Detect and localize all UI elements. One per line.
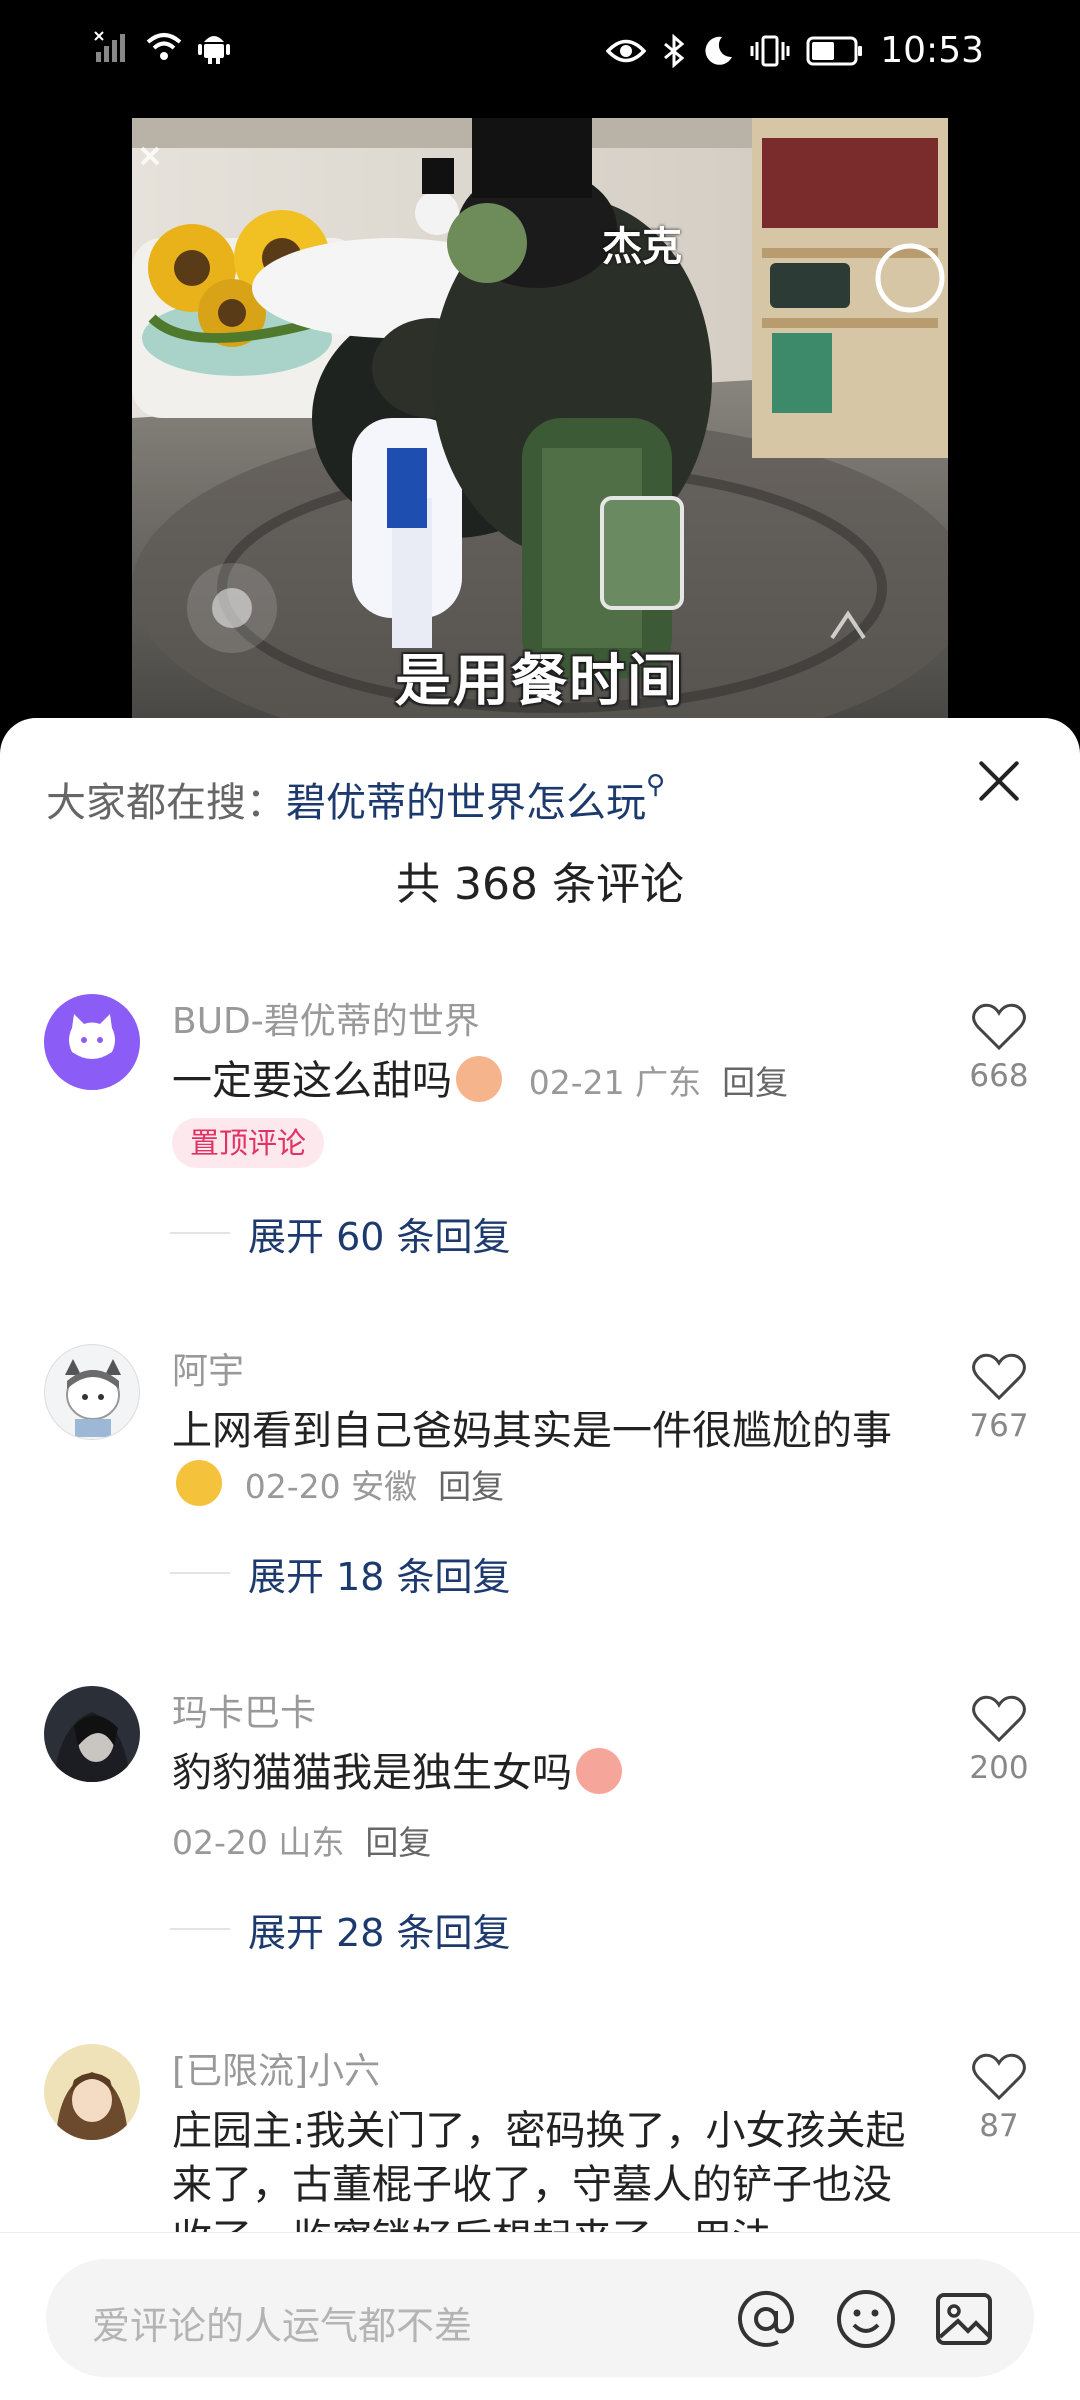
comment-text: 豹豹猫猫我是独生女吗: [172, 1750, 572, 1796]
reply-button[interactable]: 回复: [722, 1063, 788, 1102]
reply-button[interactable]: 回复: [365, 1823, 431, 1862]
like-button[interactable]: 200: [964, 1694, 1034, 1786]
emoji-icon[interactable]: [834, 2287, 898, 2351]
comment-location: 安徽: [351, 1467, 418, 1506]
search-suggestion-prefix: 大家都在搜：: [46, 780, 286, 826]
moon-icon: [705, 36, 733, 65]
heart-icon: [972, 1353, 1026, 1401]
video-top-caption: 杰克: [602, 224, 682, 270]
comment-username[interactable]: [已限流]小六: [172, 2042, 380, 2094]
comment-body: 一定要这么甜吗 02-21 广东 回复: [172, 1054, 912, 1110]
comment-date: 02-20: [244, 1467, 341, 1506]
battery-icon: [806, 36, 863, 65]
comment-username[interactable]: 玛卡巴卡: [172, 1684, 316, 1736]
search-suggestion[interactable]: 大家都在搜：碧优蒂的世界怎么玩⚲: [46, 770, 665, 828]
comment-count: 共 368 条评论: [396, 859, 684, 910]
like-button[interactable]: 767: [964, 1352, 1034, 1444]
video-player[interactable]: 杰克 是用餐时间: [132, 118, 948, 718]
video-frame: [132, 118, 948, 718]
wifi-icon: [146, 33, 182, 60]
comment-location: 山东: [278, 1823, 345, 1862]
heart-icon: [972, 2053, 1026, 2101]
emoji-sticker-icon: [576, 1748, 622, 1794]
comment-body: 上网看到自己爸妈其实是一件很尴尬的事 02-20 安徽 回复: [172, 1404, 912, 1514]
comment-input-placeholder: 爱评论的人运气都不差: [92, 2304, 473, 2348]
search-icon: ⚲: [646, 770, 666, 800]
comment-username[interactable]: 阿宇: [172, 1342, 244, 1394]
heart-icon: [972, 1695, 1026, 1743]
reply-button[interactable]: 回复: [438, 1467, 504, 1506]
vibrate-icon: [750, 35, 790, 66]
emoji-sticker-icon: [176, 1460, 222, 1506]
avatar[interactable]: [44, 2044, 140, 2140]
comment-body: 豹豹猫猫我是独生女吗: [172, 1746, 912, 1800]
expand-replies-button[interactable]: 展开 28 条回复: [170, 1902, 511, 1957]
pinned-badge: 置顶评论: [172, 1118, 325, 1168]
like-button[interactable]: 87: [964, 2052, 1034, 2144]
signal-icon: [94, 31, 125, 62]
bluetooth-icon: [664, 33, 685, 68]
like-count: 200: [969, 1750, 1029, 1786]
like-count: 668: [969, 1058, 1029, 1094]
expand-replies-button[interactable]: 展开 18 条回复: [170, 1546, 511, 1601]
avatar[interactable]: [44, 1344, 140, 1440]
comment-text: 上网看到自己爸妈其实是一件很尴尬的事: [172, 1408, 892, 1454]
like-count: 767: [969, 1408, 1029, 1444]
avatar[interactable]: [44, 1686, 140, 1782]
comment-input[interactable]: 爱评论的人运气都不差: [46, 2259, 1034, 2377]
status-bar: 10:53: [0, 0, 1080, 110]
emoji-sticker-icon: [456, 1056, 502, 1102]
comment-date: 02-21: [528, 1063, 625, 1102]
comment-input-bar: 爱评论的人运气都不差: [0, 2232, 1080, 2400]
android-icon: [198, 36, 230, 64]
comment-location: 广东: [635, 1063, 702, 1102]
like-button[interactable]: 668: [964, 1002, 1034, 1094]
eye-icon: [606, 39, 647, 62]
expand-replies-button[interactable]: 展开 60 条回复: [170, 1206, 511, 1261]
avatar[interactable]: [44, 994, 140, 1090]
video-subtitle: 是用餐时间: [395, 649, 685, 714]
comment-username[interactable]: BUD-碧优蒂的世界: [172, 992, 480, 1044]
image-icon[interactable]: [932, 2287, 996, 2351]
comment-sheet: 大家都在搜：碧优蒂的世界怎么玩⚲ 共 368 条评论 BUD-碧优蒂的世界 一定…: [0, 718, 1080, 2400]
comment-meta: 02-20 山东 回复: [172, 1816, 431, 1864]
close-button[interactable]: [976, 758, 1022, 804]
comment-date: 02-20: [172, 1823, 268, 1862]
like-count: 87: [979, 2108, 1019, 2144]
heart-icon: [972, 1003, 1026, 1051]
clock: 10:53: [880, 30, 984, 71]
search-suggestion-keyword[interactable]: 碧优蒂的世界怎么玩: [286, 780, 646, 826]
at-icon[interactable]: [734, 2287, 798, 2351]
comment-text: 一定要这么甜吗: [172, 1058, 452, 1104]
